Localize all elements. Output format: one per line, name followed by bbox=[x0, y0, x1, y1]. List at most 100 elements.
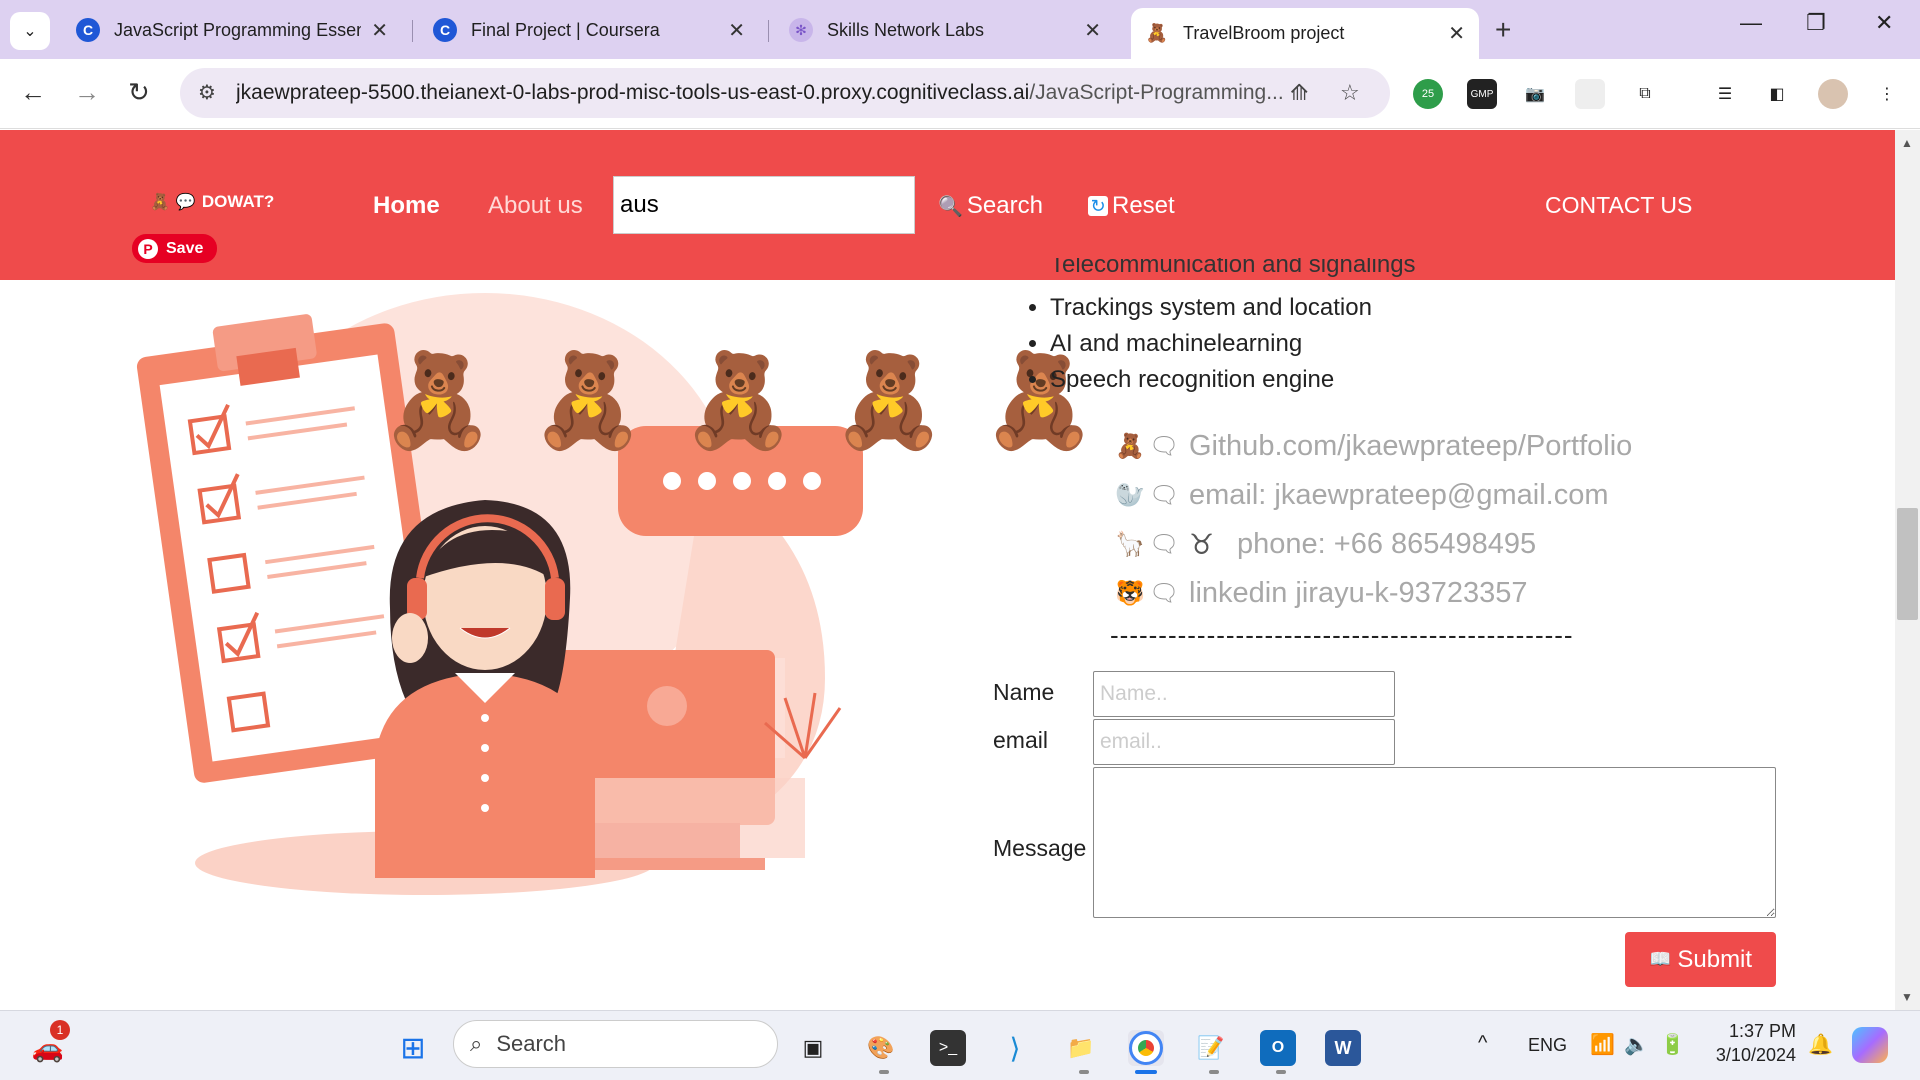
translate-icon[interactable]: ⟰ bbox=[1290, 80, 1308, 106]
taurus-icon: ♉ bbox=[1189, 529, 1215, 560]
contact-email[interactable]: 🦭 🗨 email: jkaewprateep@gmail.com bbox=[1115, 471, 1632, 520]
reload-button[interactable]: ↻ bbox=[128, 77, 150, 108]
close-icon[interactable]: ✕ bbox=[371, 18, 388, 43]
browser-toolbar: ← → ↻ ⚙ jkaewprateep-5500.theianext-0-la… bbox=[0, 59, 1920, 129]
task-view-icon[interactable]: ▣ bbox=[795, 1030, 831, 1066]
brand-text: DOWAT? bbox=[201, 192, 275, 211]
chevron-up-icon[interactable]: ^ bbox=[1478, 1032, 1487, 1055]
tab-title: JavaScript Programming Essenti bbox=[114, 19, 362, 40]
site-header: 🧸 💬 DOWAT? P Save Home About us 🔍 Search… bbox=[0, 130, 1895, 280]
tab-title: Final Project | Coursera bbox=[471, 19, 660, 40]
arrow-right-icon: → bbox=[74, 77, 100, 107]
submit-icon: 📖 bbox=[1648, 949, 1672, 969]
copilot-icon[interactable] bbox=[1852, 1027, 1888, 1063]
outlook-icon[interactable]: O bbox=[1260, 1030, 1296, 1066]
skills-network-icon: ✻ bbox=[789, 18, 813, 42]
running-indicator bbox=[879, 1070, 889, 1074]
tab-title: TravelBroom project bbox=[1183, 23, 1345, 43]
media-control-icon[interactable]: ☰ bbox=[1710, 79, 1740, 109]
vscode-icon[interactable]: ⟩ bbox=[997, 1030, 1033, 1066]
menu-kebab-icon[interactable]: ⋮ bbox=[1872, 79, 1902, 109]
new-tab-button[interactable]: + bbox=[1495, 14, 1511, 46]
speech-bubble-icon: 🗨 bbox=[1149, 433, 1180, 460]
restore-button[interactable]: ❐ bbox=[1806, 10, 1826, 36]
seal-icon: 🦭 bbox=[1115, 482, 1145, 509]
notification-bell-icon[interactable]: 🔔 bbox=[1808, 1032, 1833, 1057]
search-icon: ⌕ bbox=[470, 1031, 483, 1056]
windows-start-icon[interactable]: ⊞ bbox=[395, 1030, 431, 1066]
tab-travelbroom[interactable]: 🧸 TravelBroom project ✕ bbox=[1131, 8, 1479, 59]
clock-time[interactable]: 1:37 PM bbox=[1728, 1021, 1796, 1042]
clock-date[interactable]: 3/10/2024 bbox=[1712, 1045, 1796, 1066]
plus-icon: + bbox=[1495, 14, 1512, 45]
teddy-bear-icon: 🧸 bbox=[380, 350, 531, 452]
close-icon[interactable]: ✕ bbox=[1084, 18, 1101, 43]
site-info-icon[interactable]: ⚙ bbox=[198, 80, 216, 105]
submit-button[interactable]: 📖 Submit bbox=[1625, 932, 1776, 987]
bookmark-star-icon[interactable]: ☆ bbox=[1340, 80, 1360, 106]
tab-search-button[interactable]: ⌄ bbox=[10, 12, 50, 50]
tiger-icon: 🐯 bbox=[1115, 580, 1145, 607]
battery-icon[interactable]: 🔋 bbox=[1660, 1032, 1685, 1057]
blank-extension-icon[interactable] bbox=[1575, 79, 1605, 109]
name-field[interactable] bbox=[1093, 671, 1395, 717]
contact-text: phone: +66 865498495 bbox=[1237, 528, 1537, 560]
search-input[interactable] bbox=[613, 176, 915, 234]
coursera-icon: C bbox=[76, 18, 100, 42]
reset-button[interactable]: ↻ Reset bbox=[1088, 192, 1175, 220]
speech-bubble-icon: 🗨 bbox=[1149, 531, 1180, 558]
feature-item-clipped: Telecommunication and signalings bbox=[1050, 258, 1416, 278]
close-window-button[interactable]: ✕ bbox=[1875, 10, 1893, 36]
profile-avatar[interactable] bbox=[1818, 79, 1848, 109]
tab-skills-network[interactable]: ✻ Skills Network Labs ✕ bbox=[775, 8, 1115, 52]
scroll-down-arrow[interactable]: ▼ bbox=[1901, 990, 1913, 1004]
gmp-extension-icon[interactable]: GMP bbox=[1467, 79, 1497, 109]
nav-contact-us[interactable]: CONTACT US bbox=[1545, 192, 1692, 219]
word-icon[interactable]: W bbox=[1325, 1030, 1361, 1066]
teddy-bear-icon: 🧸 bbox=[150, 194, 170, 211]
wifi-icon[interactable]: 📶 bbox=[1590, 1032, 1615, 1057]
pinterest-save-button[interactable]: P Save bbox=[132, 234, 218, 263]
chrome-icon[interactable] bbox=[1128, 1030, 1164, 1066]
active-indicator bbox=[1135, 1070, 1157, 1074]
message-field[interactable] bbox=[1093, 767, 1776, 918]
contact-text: email: jkaewprateep@gmail.com bbox=[1189, 479, 1609, 511]
speech-bubble-icon: 💬 bbox=[175, 194, 196, 211]
extension-badge-icon[interactable]: 25 bbox=[1413, 79, 1443, 109]
contact-github[interactable]: 🧸 🗨 Github.com/jkaewprateep/Portfolio bbox=[1115, 422, 1632, 471]
close-icon[interactable]: ✕ bbox=[728, 18, 745, 43]
scrollbar-thumb[interactable] bbox=[1897, 508, 1918, 620]
search-button-label: Search bbox=[966, 192, 1043, 219]
extensions-puzzle-icon[interactable]: ⧉ bbox=[1630, 79, 1660, 109]
camera-extension-icon[interactable]: 📷 bbox=[1520, 79, 1550, 109]
language-indicator[interactable]: ENG bbox=[1528, 1035, 1567, 1056]
contact-phone[interactable]: 🦙 🗨 ♉ phone: +66 865498495 bbox=[1115, 520, 1632, 569]
back-button[interactable]: ← bbox=[20, 77, 46, 108]
tab-separator bbox=[412, 20, 413, 42]
terminal-icon[interactable]: >_ bbox=[930, 1030, 966, 1066]
teddy-bear-icon: 🧸 bbox=[681, 350, 832, 452]
forward-button[interactable]: → bbox=[74, 77, 100, 108]
file-explorer-icon[interactable]: 📁 bbox=[1063, 1030, 1099, 1066]
minimize-button[interactable]: — bbox=[1740, 10, 1762, 36]
notepad-icon[interactable]: 📝 bbox=[1193, 1030, 1229, 1066]
side-panel-icon[interactable]: ◧ bbox=[1762, 79, 1792, 109]
address-bar[interactable]: ⚙ jkaewprateep-5500.theianext-0-labs-pro… bbox=[180, 68, 1390, 118]
extension-badge-count: 25 bbox=[1421, 88, 1435, 100]
scroll-up-arrow[interactable]: ▲ bbox=[1901, 136, 1913, 150]
taskbar-search[interactable]: ⌕ Search bbox=[453, 1020, 778, 1068]
contact-linkedin[interactable]: 🐯 🗨 linkedin jirayu-k-93723357 bbox=[1115, 569, 1632, 618]
nav-home[interactable]: Home bbox=[373, 192, 440, 220]
close-icon[interactable]: ✕ bbox=[1448, 21, 1465, 46]
search-button[interactable]: 🔍 Search bbox=[938, 192, 1043, 220]
paint-icon[interactable]: 🎨 bbox=[863, 1030, 899, 1066]
reset-button-label: Reset bbox=[1112, 192, 1175, 219]
nav-about-us[interactable]: About us bbox=[488, 192, 583, 220]
brand-logo[interactable]: 🧸 💬 DOWAT? bbox=[150, 192, 274, 212]
tab-javascript-programming[interactable]: C JavaScript Programming Essenti ✕ bbox=[62, 8, 402, 52]
teddy-bear-icon: 🧸 bbox=[1145, 23, 1169, 43]
email-field[interactable] bbox=[1093, 719, 1395, 765]
volume-icon[interactable]: 🔈 bbox=[1624, 1032, 1649, 1057]
notification-badge: 1 bbox=[50, 1020, 70, 1040]
tab-final-project[interactable]: C Final Project | Coursera ✕ bbox=[419, 8, 759, 52]
